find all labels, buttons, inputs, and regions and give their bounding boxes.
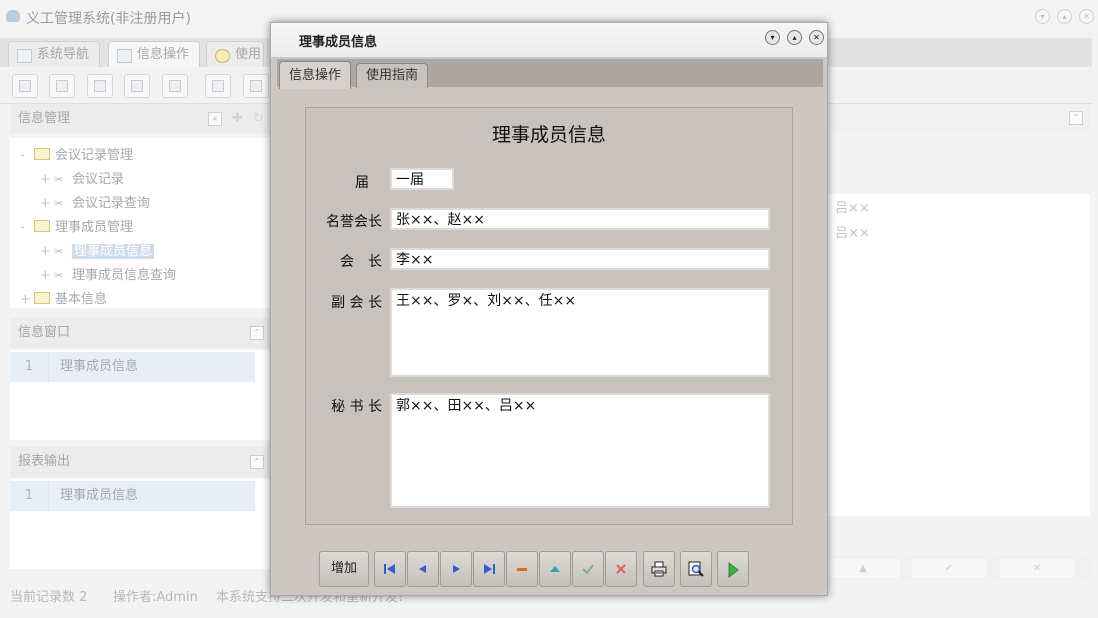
operator: 操作者:Admin <box>113 590 198 605</box>
info-window-header: 信息窗口 <box>10 318 272 348</box>
x-icon <box>616 564 626 574</box>
add-button[interactable]: 增加 <box>319 551 369 587</box>
monitor-icon <box>17 49 32 63</box>
last-record-button[interactable] <box>473 551 505 587</box>
grid-icon <box>117 49 132 63</box>
play-icon <box>728 562 739 578</box>
toolbar-tree-button[interactable] <box>124 74 150 98</box>
print-button[interactable] <box>643 551 675 587</box>
report-output-header: 报表输出 <box>10 447 272 477</box>
plus-icon[interactable]: ✚ <box>232 111 243 126</box>
close-icon[interactable]: ✕ <box>1079 9 1094 24</box>
board-member-dialog: 理事成员信息 ▾ ▴ ✕ 信息操作 使用指南 理事成员信息 届 名誉会长 会 长… <box>270 22 828 596</box>
session-label: 届 <box>355 175 369 191</box>
clock-icon <box>215 49 230 63</box>
vice-president-label: 副 会 长 <box>331 295 382 311</box>
prev-icon <box>419 565 426 573</box>
tab-usage-guide[interactable]: 使用指南 <box>356 63 429 88</box>
preview-button[interactable] <box>680 551 712 587</box>
minus-icon <box>517 568 527 571</box>
cancel-button[interactable] <box>605 551 637 587</box>
save-button[interactable] <box>572 551 604 587</box>
cancel-button[interactable]: ✕ <box>1000 559 1074 578</box>
table-cell: 、吕×× <box>822 201 870 216</box>
president-field[interactable] <box>390 248 770 270</box>
next-icon <box>453 565 460 573</box>
collapse-up-icon[interactable]: ⌃ <box>250 455 264 469</box>
tools-icon: ✂ <box>54 173 64 186</box>
collapse-up-icon[interactable]: ⌃ <box>250 326 264 340</box>
record-count: 当前记录数 2 <box>10 590 88 605</box>
dialog-title: 理事成员信息 <box>299 35 378 50</box>
tree-node-meeting-mgmt[interactable]: - 会议记录管理 <box>20 144 133 163</box>
tab-info-operation[interactable]: 信息操作 <box>279 61 352 89</box>
minimize-icon[interactable]: ▾ <box>1035 9 1050 24</box>
tools-icon: ✂ <box>54 245 64 258</box>
move-up-button[interactable]: ▲ <box>826 559 900 578</box>
close-icon[interactable]: ✕ <box>809 30 824 45</box>
member-form: 理事成员信息 届 名誉会长 会 长 副 会 长 王××、罗×、刘××、任×× 秘… <box>305 107 793 525</box>
toolbar-print-button[interactable] <box>243 74 269 98</box>
tree-node-meeting-query[interactable]: + ✂ 会议记录查询 <box>40 192 150 211</box>
toolbar-window-button[interactable] <box>162 74 188 98</box>
run-button[interactable] <box>717 551 749 587</box>
tools-icon: ✂ <box>54 269 64 282</box>
delete-button[interactable] <box>506 551 538 587</box>
tree-node-board-info[interactable]: + ✂ 理事成员信息 <box>40 240 155 259</box>
preview-icon <box>688 561 704 577</box>
president-label: 会 长 <box>340 254 382 270</box>
secretary-general-label: 秘 书 长 <box>331 399 382 415</box>
list-item[interactable]: 1 理事成员信息 <box>10 352 255 382</box>
vice-president-field[interactable]: 王××、罗×、刘××、任×× <box>390 288 770 377</box>
edit-button[interactable] <box>539 551 571 587</box>
app-title: 义工管理系统(非注册用户) <box>26 11 191 27</box>
tree-node-board-query[interactable]: + ✂ 理事成员信息查询 <box>40 264 176 283</box>
honorary-president-label: 名誉会长 <box>326 214 382 230</box>
folder-icon <box>34 220 50 232</box>
refresh-icon[interactable]: ↻ <box>253 111 264 126</box>
last-icon <box>484 564 495 574</box>
check-icon <box>582 564 594 575</box>
first-icon <box>384 564 395 574</box>
list-item[interactable]: 1 理事成员信息 <box>10 481 255 511</box>
tab-info-operation[interactable]: 信息操作 <box>108 41 201 68</box>
info-window-list: 1 理事成员信息 <box>10 350 272 440</box>
minimize-icon[interactable]: ▾ <box>765 30 780 45</box>
app-logo-icon <box>6 10 20 22</box>
next-record-button[interactable] <box>440 551 472 587</box>
toolbar-list-button[interactable] <box>49 74 75 98</box>
tree-node-meeting-record[interactable]: + ✂ 会议记录 <box>40 168 124 187</box>
form-heading: 理事成员信息 <box>491 124 606 146</box>
tab-system-nav[interactable]: 系统导航 <box>8 41 101 68</box>
maximize-icon[interactable]: ▴ <box>787 30 802 45</box>
first-record-button[interactable] <box>374 551 406 587</box>
toolbar-doc-button[interactable] <box>87 74 113 98</box>
toolbar-export-button[interactable] <box>205 74 231 98</box>
collapse-left-icon[interactable]: « <box>208 112 222 126</box>
prev-record-button[interactable] <box>407 551 439 587</box>
secretary-general-field[interactable]: 郭××、田××、吕×× <box>390 393 770 508</box>
folder-icon <box>34 148 50 160</box>
printer-icon <box>651 561 667 577</box>
session-field[interactable] <box>390 168 454 190</box>
honorary-president-field[interactable] <box>390 208 770 230</box>
confirm-button[interactable]: ✔ <box>912 559 986 578</box>
tools-icon: ✂ <box>54 197 64 210</box>
folder-icon <box>34 292 50 304</box>
toolbar-search-button[interactable] <box>12 74 38 98</box>
triangle-up-icon <box>550 566 560 572</box>
tab-usage[interactable]: 使用 <box>206 41 265 68</box>
right-record-table <box>828 194 1090 516</box>
table-cell: 、吕×× <box>822 226 870 241</box>
tree-node-board-mgmt[interactable]: - 理事成员管理 <box>20 216 133 235</box>
tree-node-basic-info[interactable]: + 基本信息 <box>20 288 107 307</box>
collapse-up-icon[interactable]: ⌃ <box>1069 111 1083 125</box>
dialog-titlebar[interactable]: 理事成员信息 ▾ ▴ ✕ <box>271 23 827 57</box>
right-panel-header <box>828 104 1090 132</box>
report-output-list: 1 理事成员信息 <box>10 479 272 569</box>
maximize-icon[interactable]: ▴ <box>1057 9 1072 24</box>
